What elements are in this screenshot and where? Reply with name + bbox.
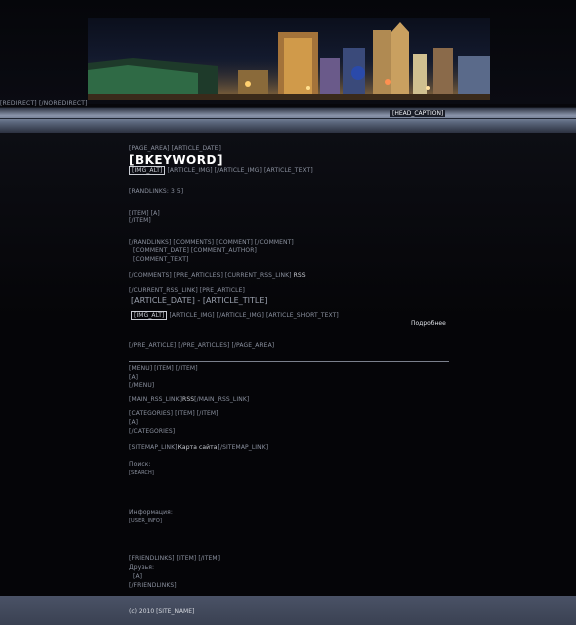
comment-text: [COMMENT_TEXT] — [133, 256, 189, 263]
main-rss-close: [/MAIN_RSS_LINK] — [194, 396, 250, 403]
comments-close-text: [/COMMENTS] [PRE_ARTICLES] [CURRENT_RSS_… — [129, 272, 292, 279]
page-keyword-title: [BKEYWORD] — [129, 153, 223, 167]
categories-open: [CATEGORIES] [ITEM] [/ITEM] — [129, 410, 219, 417]
sitemap-open: [SITEMAP_LINK] — [129, 444, 178, 451]
current-rss-close: [/CURRENT_RSS_LINK] [PRE_ARTICLE] — [129, 287, 245, 294]
article-line-rest: [ARTICLE_IMG] [/ARTICLE_IMG] [ARTICLE_TE… — [167, 167, 313, 174]
randlinks: [RANDLINKS: 3 5] — [129, 188, 184, 195]
menu-link[interactable]: [A] — [129, 374, 138, 381]
redirect-text: [REDIRECT] [/NOREDIRECT] — [0, 100, 88, 107]
copyright: (c) 2010 [SITE_NAME] — [129, 608, 195, 615]
menu-close: [/MENU] — [129, 382, 155, 389]
sitemap-line: [SITEMAP_LINK]Карта сайта[/SITEMAP_LINK] — [129, 444, 268, 451]
pre-article-close: [/PRE_ARTICLE] [/PRE_ARTICLES] [/PAGE_AR… — [129, 342, 275, 349]
randlinks-close: [/RANDLINKS] [COMMENTS] [COMMENT] [/COMM… — [129, 239, 294, 246]
more-link[interactable]: Подробнее — [411, 320, 446, 327]
divider-line — [129, 361, 449, 362]
img-alt-placeholder-2: [IMG_ALT] — [131, 311, 168, 320]
article-line: [IMG_ALT] [ARTICLE_IMG] [/ARTICLE_IMG] [… — [129, 166, 313, 175]
search-input[interactable]: [SEARCH] — [129, 470, 154, 476]
comments-close-line: [/COMMENTS] [PRE_ARTICLES] [CURRENT_RSS_… — [129, 272, 306, 279]
info-label: Информация: — [129, 509, 173, 516]
menu-open: [MENU] [ITEM] [/ITEM] — [129, 365, 198, 372]
friendlinks-close: [/FRIENDLINKS] — [129, 582, 177, 589]
main-rss-line: [MAIN_RSS_LINK]RSS[/MAIN_RSS_LINK] — [129, 396, 249, 403]
friends-label: Друзья: — [129, 564, 155, 571]
main-rss-open: [MAIN_RSS_LINK] — [129, 396, 183, 403]
item-open[interactable]: [ITEM] [A] — [129, 210, 160, 217]
rss-link[interactable]: RSS — [294, 272, 306, 279]
navigation-bar — [0, 107, 576, 134]
categories-close: [/CATEGORIES] — [129, 428, 176, 435]
article-line-2-rest: [ARTICLE_IMG] [/ARTICLE_IMG] [ARTICLE_SH… — [169, 312, 339, 319]
head-caption: [HEAD_CAPTION] — [390, 110, 446, 117]
friendlinks-open: [FRIENDLINKS] [ITEM] [/ITEM] — [129, 555, 221, 562]
footer — [0, 596, 576, 625]
page-area-open: [PAGE_AREA] [ARTICLE_DATE] — [129, 145, 221, 152]
bar-divider — [0, 118, 576, 119]
category-link[interactable]: [A] — [129, 419, 138, 426]
item-close: [/ITEM] — [129, 217, 151, 224]
content-background — [0, 133, 576, 596]
img-alt-placeholder: [IMG_ALT] — [129, 166, 166, 175]
main-rss-link[interactable]: RSS — [182, 396, 194, 403]
article-line-2: [IMG_ALT] [ARTICLE_IMG] [/ARTICLE_IMG] [… — [131, 311, 339, 320]
search-label: Поиск: — [129, 461, 151, 468]
article-date-title[interactable]: [ARTICLE_DATE] - [ARTICLE_TITLE] — [131, 296, 268, 305]
sitemap-link[interactable]: Карта сайта — [178, 444, 218, 451]
user-info: [USER_INFO] — [129, 518, 162, 524]
sitemap-close: [/SITEMAP_LINK] — [217, 444, 269, 451]
comment-date: [COMMENT_DATE] [COMMENT_AUTHOR] — [133, 247, 257, 254]
header-banner-image — [88, 18, 490, 100]
friends-link[interactable]: [A] — [133, 573, 142, 580]
